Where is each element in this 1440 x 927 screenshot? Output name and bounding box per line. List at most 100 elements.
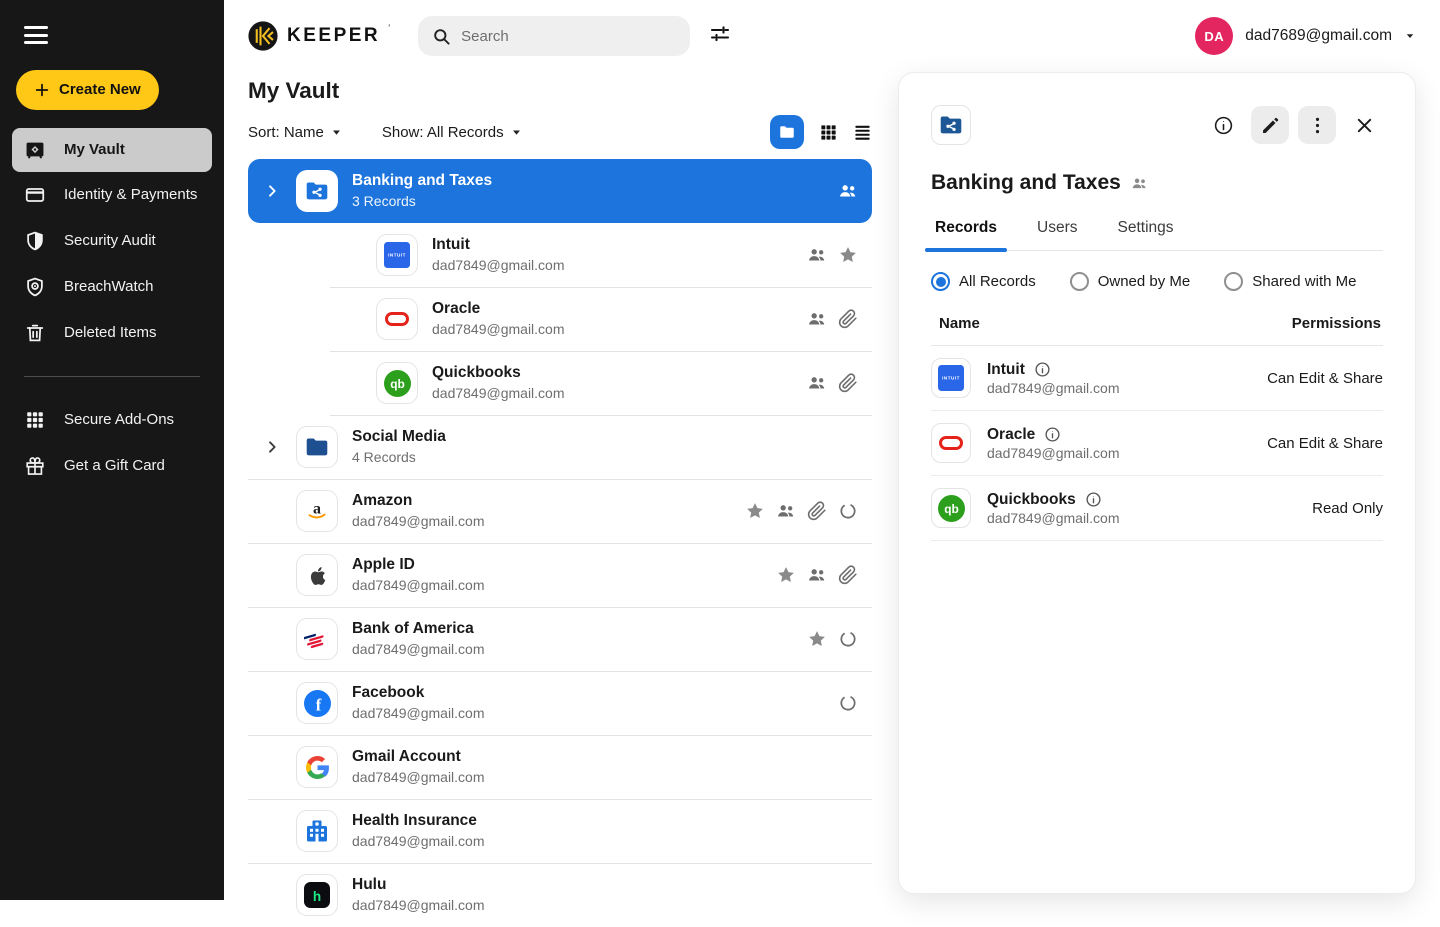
more-options-button[interactable] (1298, 106, 1336, 144)
intuit-logo: INTUIT (931, 358, 971, 398)
sidebar-item-deleted-items[interactable]: Deleted Items (0, 310, 224, 356)
info-icon[interactable] (1034, 361, 1051, 378)
record-row-health-insurance[interactable]: Health Insurancedad7849@gmail.com (248, 799, 872, 863)
panel-record-row-intuit[interactable]: INTUITIntuitdad7849@gmail.comCan Edit & … (931, 346, 1383, 411)
record-row-facebook[interactable]: fFacebookdad7849@gmail.com (248, 671, 872, 735)
show-dropdown[interactable]: Show: All Records (382, 124, 522, 141)
topbar: KEEPER ’ DA dad7689@gmail.com (224, 0, 1440, 72)
table-header: Name Permissions (931, 315, 1383, 332)
row-title: Apple ID (352, 555, 485, 576)
record-row-apple-id[interactable]: Apple IDdad7849@gmail.com (248, 543, 872, 607)
svg-text:qb: qb (944, 501, 959, 515)
folder-row-social-media[interactable]: Social Media4 Records (248, 415, 872, 479)
grid-dots-icon (24, 409, 46, 431)
close-button[interactable] (1345, 106, 1383, 144)
panel-record-list: INTUITIntuitdad7849@gmail.comCan Edit & … (931, 346, 1383, 541)
grid-icon (819, 123, 838, 142)
view-toggles (770, 115, 872, 149)
card-icon (24, 184, 46, 206)
panel-record-row-quickbooks[interactable]: qbQuickbooksdad7849@gmail.comRead Only (931, 476, 1383, 541)
paperclip-icon (838, 565, 858, 585)
row-title: Hulu (352, 875, 485, 896)
sidebar-item-security-audit[interactable]: Security Audit (0, 218, 224, 264)
row-title: Health Insurance (352, 811, 485, 832)
hamburger-menu-button[interactable] (24, 26, 48, 49)
breachwatch-icon (24, 276, 46, 298)
sidebar-item-identity-payments[interactable]: Identity & Payments (0, 172, 224, 218)
row-title: Amazon (352, 491, 485, 512)
record-row-gmail-account[interactable]: Gmail Accountdad7849@gmail.com (248, 735, 872, 799)
record-row-hulu[interactable]: h Huludad7849@gmail.com (248, 863, 872, 927)
panel-record-row-oracle[interactable]: Oracledad7849@gmail.comCan Edit & Share (931, 411, 1383, 476)
list-view-button[interactable] (853, 123, 872, 142)
gift-icon (24, 455, 46, 477)
tab-settings[interactable]: Settings (1116, 215, 1176, 250)
close-icon (1354, 115, 1375, 136)
account-menu[interactable]: DA dad7689@gmail.com (1195, 17, 1416, 55)
show-label: Show: All Records (382, 124, 504, 141)
account-email: dad7689@gmail.com (1245, 27, 1392, 45)
record-row-bank-of-america[interactable]: Bank of Americadad7849@gmail.com (248, 607, 872, 671)
row-subtitle: dad7849@gmail.com (352, 576, 485, 594)
row-subtitle: dad7849@gmail.com (352, 832, 485, 850)
sidebar-item-secure-add-ons[interactable]: Secure Add-Ons (0, 397, 224, 443)
info-icon[interactable] (1044, 426, 1061, 443)
plus-icon (34, 82, 50, 98)
info-button[interactable] (1204, 106, 1242, 144)
sidebar-item-my-vault[interactable]: My Vault (12, 128, 212, 172)
sidebar-item-label: My Vault (64, 141, 125, 158)
chevron-right-icon[interactable] (264, 439, 296, 455)
rotation-icon (838, 693, 858, 713)
page-title: My Vault (248, 78, 872, 104)
shared-folder-logo (296, 170, 338, 212)
edit-button[interactable] (1251, 106, 1289, 144)
search-input[interactable] (461, 28, 676, 45)
folder-row-banking-and-taxes[interactable]: Banking and Taxes3 Records (248, 159, 872, 223)
svg-text:qb: qb (390, 376, 405, 390)
tab-users[interactable]: Users (1035, 215, 1079, 250)
column-permissions: Permissions (1292, 315, 1381, 332)
sort-dropdown[interactable]: Sort: Name (248, 124, 342, 141)
record-list: Banking and Taxes3 RecordsINTUITIntuitda… (248, 159, 872, 927)
permission-label: Read Only (1312, 500, 1383, 517)
search-box[interactable] (418, 16, 690, 56)
row-subtitle: dad7849@gmail.com (432, 320, 565, 338)
row-title: Facebook (352, 683, 485, 704)
filter-button[interactable] (708, 22, 732, 51)
filter-radio-owned-by-me[interactable]: Owned by Me (1070, 272, 1191, 291)
info-icon[interactable] (1085, 491, 1102, 508)
chevron-down-icon (1404, 30, 1416, 42)
row-subtitle: dad7849@gmail.com (352, 640, 485, 658)
apple-logo (296, 554, 338, 596)
row-subtitle: dad7849@gmail.com (352, 896, 485, 914)
info-icon (1213, 115, 1234, 136)
record-row-oracle[interactable]: Oracledad7849@gmail.com (248, 287, 872, 351)
quickbooks-logo: qb (931, 488, 971, 528)
star-icon (745, 501, 765, 521)
create-new-button[interactable]: Create New (16, 70, 159, 110)
sidebar-item-label: Security Audit (64, 232, 156, 249)
shared-users-icon (838, 181, 858, 201)
hulu-logo: h (296, 874, 338, 916)
sidebar-item-get-a-gift-card[interactable]: Get a Gift Card (0, 443, 224, 489)
panel-header (931, 105, 1383, 145)
sidebar-nav-secondary: Secure Add-OnsGet a Gift Card (0, 397, 224, 489)
filter-radio-all-records[interactable]: All Records (931, 272, 1036, 291)
rotation-icon (838, 629, 858, 649)
record-row-quickbooks[interactable]: qbQuickbooksdad7849@gmail.com (248, 351, 872, 415)
filter-label: All Records (959, 273, 1036, 290)
sidebar-item-breachwatch[interactable]: BreachWatch (0, 264, 224, 310)
intuit-logo: INTUIT (376, 234, 418, 276)
grid-view-button[interactable] (819, 123, 838, 142)
avatar: DA (1195, 17, 1233, 55)
star-icon (776, 565, 796, 585)
record-row-amazon[interactable]: aAmazondad7849@gmail.com (248, 479, 872, 543)
record-row-intuit[interactable]: INTUITIntuitdad7849@gmail.com (248, 223, 872, 287)
filter-radio-shared-with-me[interactable]: Shared with Me (1224, 272, 1356, 291)
folder-view-button[interactable] (770, 115, 804, 149)
chevron-right-icon[interactable] (264, 183, 296, 199)
tab-records[interactable]: Records (933, 215, 999, 250)
star-icon (807, 629, 827, 649)
paperclip-icon (807, 501, 827, 521)
panel-actions (1204, 106, 1383, 144)
